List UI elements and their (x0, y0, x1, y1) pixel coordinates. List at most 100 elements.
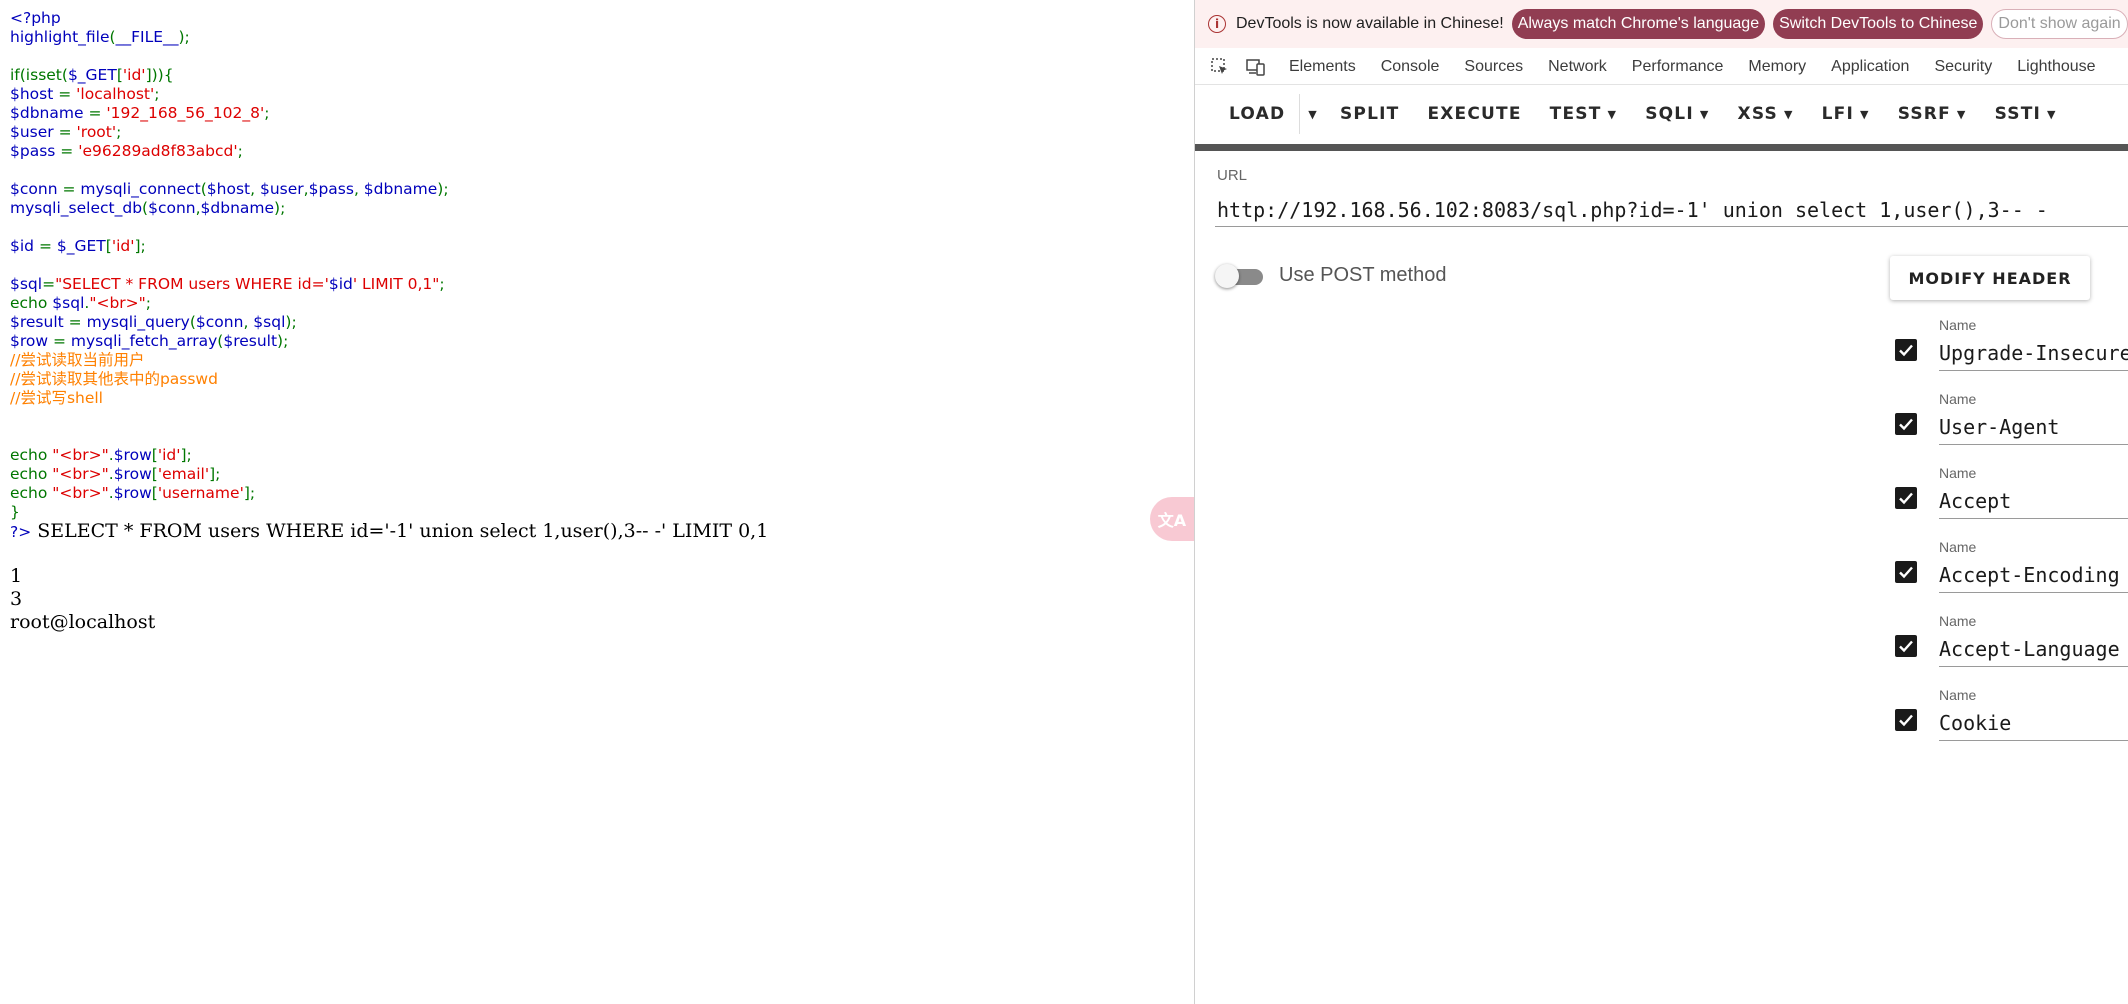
header-name-label: Name (1939, 613, 1977, 629)
modify-header-button[interactable]: MODIFY HEADER (1890, 256, 2090, 300)
tab-performance[interactable]: Performance (1632, 58, 1724, 76)
caret-down-icon: ▼ (1860, 107, 1870, 121)
header-enabled-checkbox[interactable] (1895, 561, 1917, 583)
ssti-menu-label: SSTI (1994, 104, 2042, 124)
code-line: mysqli_select_db($conn,$dbname); (10, 199, 286, 217)
tab-sources[interactable]: Sources (1464, 58, 1523, 76)
code-line: $row = mysqli_fetch_array($result); (10, 332, 289, 350)
header-name-input[interactable]: Cookie (1939, 706, 2128, 741)
language-infobar: i DevTools is now available in Chinese! … (1195, 0, 2128, 48)
code-line: echo "<br>".$row['username']; (10, 484, 256, 502)
code-line: $conn = mysqli_connect($host, $user,$pas… (10, 180, 449, 198)
tab-lighthouse[interactable]: Lighthouse (2017, 58, 2095, 76)
header-row: Name Accept-Language (1895, 613, 2128, 683)
header-enabled-checkbox[interactable] (1895, 635, 1917, 657)
dont-show-again-button[interactable]: Don't show again (1991, 9, 2128, 39)
code-line: $sql="SELECT * FROM users WHERE id='$id'… (10, 275, 445, 293)
tab-application[interactable]: Application (1831, 58, 1909, 76)
translate-button[interactable]: 文A (1150, 497, 1194, 541)
switch-to-chinese-button[interactable]: Switch DevTools to Chinese (1773, 9, 1984, 39)
sql-query-output: SELECT * FROM users WHERE id='-1' union … (31, 520, 769, 542)
header-name-input[interactable]: User-Agent (1939, 410, 2128, 445)
test-menu[interactable]: TEST ▼ (1536, 104, 1632, 124)
code-line: highlight_file(__FILE__); (10, 28, 190, 46)
code-line: $user = 'root'; (10, 123, 122, 141)
tab-network[interactable]: Network (1548, 58, 1607, 76)
header-name-input[interactable]: Accept-Encoding (1939, 558, 2128, 593)
toolbar-divider[interactable] (1195, 144, 2128, 151)
header-enabled-checkbox[interactable] (1895, 709, 1917, 731)
execute-button[interactable]: EXECUTE (1413, 104, 1535, 124)
php-close-tag: ?> (10, 523, 32, 541)
header-row: Name Upgrade-Insecure-Requests (1895, 317, 2128, 387)
ssrf-menu[interactable]: SSRF ▼ (1884, 104, 1981, 124)
always-match-language-button[interactable]: Always match Chrome's language (1511, 9, 1766, 39)
lfi-menu[interactable]: LFI ▼ (1808, 104, 1884, 124)
post-method-toggle[interactable] (1215, 264, 1267, 288)
header-enabled-checkbox[interactable] (1895, 487, 1917, 509)
code-line: echo "<br>".$row['email']; (10, 465, 221, 483)
hackbar-toolbar: LOAD ▼ SPLIT EXECUTE TEST ▼ SQLI ▼ XSS ▼ LF… (1195, 88, 2128, 140)
php-source-code: <?php highlight_file(__FILE__); if(isset($… (10, 9, 768, 545)
result-value: root@localhost (10, 611, 156, 633)
header-name-label: Name (1939, 317, 1977, 333)
sqli-menu[interactable]: SQLI ▼ (1631, 104, 1723, 124)
checkmark-icon (1899, 714, 1913, 727)
page-content: <?php highlight_file(__FILE__); if(isset($… (0, 0, 1194, 1004)
tab-memory[interactable]: Memory (1748, 58, 1806, 76)
header-row: Name Accept (1895, 465, 2128, 535)
header-enabled-checkbox[interactable] (1895, 413, 1917, 435)
load-dropdown-icon[interactable]: ▼ (1299, 94, 1326, 134)
query-results: 1 3 root@localhost (10, 565, 155, 634)
header-name-input[interactable]: Accept-Language (1939, 632, 2128, 667)
code-line: //尝试读取当前用户 (10, 351, 145, 369)
header-row: Name User-Agent (1895, 391, 2128, 461)
checkmark-icon (1899, 492, 1913, 505)
code-line: $dbname = '192_168_56_102_8'; (10, 104, 270, 122)
header-row: Name Accept-Encoding (1895, 539, 2128, 609)
code-line: echo "<br>".$row['id']; (10, 446, 192, 464)
checkmark-icon (1899, 344, 1913, 357)
caret-down-icon: ▼ (1956, 107, 1967, 121)
checkmark-icon (1899, 640, 1913, 653)
code-line: <?php (10, 9, 61, 27)
header-row: Name Cookie (1895, 687, 2128, 757)
code-line: $result = mysqli_query($conn, $sql); (10, 313, 297, 331)
inspect-element-icon[interactable] (1209, 56, 1231, 78)
translate-icon: 文A (1157, 511, 1187, 530)
lfi-menu-label: LFI (1821, 104, 1855, 124)
info-icon: i (1208, 15, 1226, 33)
header-name-input[interactable]: Upgrade-Insecure-Requests (1939, 336, 2128, 371)
header-name-label: Name (1939, 465, 1977, 481)
result-value: 3 (10, 588, 23, 610)
header-name-input[interactable]: Accept (1939, 484, 2128, 519)
code-line: $id = $_GET['id']; (10, 237, 146, 255)
infobar-message: DevTools is now available in Chinese! (1236, 15, 1504, 32)
xss-menu[interactable]: XSS ▼ (1724, 104, 1808, 124)
split-button[interactable]: SPLIT (1326, 104, 1413, 124)
device-toolbar-icon[interactable] (1245, 56, 1267, 78)
tab-security[interactable]: Security (1934, 58, 1992, 76)
load-button[interactable]: LOAD (1195, 104, 1299, 124)
header-enabled-checkbox[interactable] (1895, 339, 1917, 361)
caret-down-icon: ▼ (1607, 107, 1618, 121)
sqli-menu-label: SQLI (1645, 104, 1694, 124)
code-line: //尝试写shell (10, 389, 103, 407)
header-name-label: Name (1939, 391, 1977, 407)
tab-elements[interactable]: Elements (1289, 58, 1356, 76)
header-name-label: Name (1939, 687, 1977, 703)
result-value: 1 (10, 565, 23, 587)
code-line: echo $sql."<br>"; (10, 294, 152, 312)
url-label: URL (1217, 167, 1248, 184)
url-input[interactable] (1215, 193, 2128, 227)
caret-down-icon: ▼ (1783, 107, 1794, 121)
code-line: if(isset($_GET['id'])){ (10, 66, 174, 84)
ssti-menu[interactable]: SSTI ▼ (1981, 104, 2071, 124)
tab-console[interactable]: Console (1381, 58, 1440, 76)
checkmark-icon (1899, 566, 1913, 579)
